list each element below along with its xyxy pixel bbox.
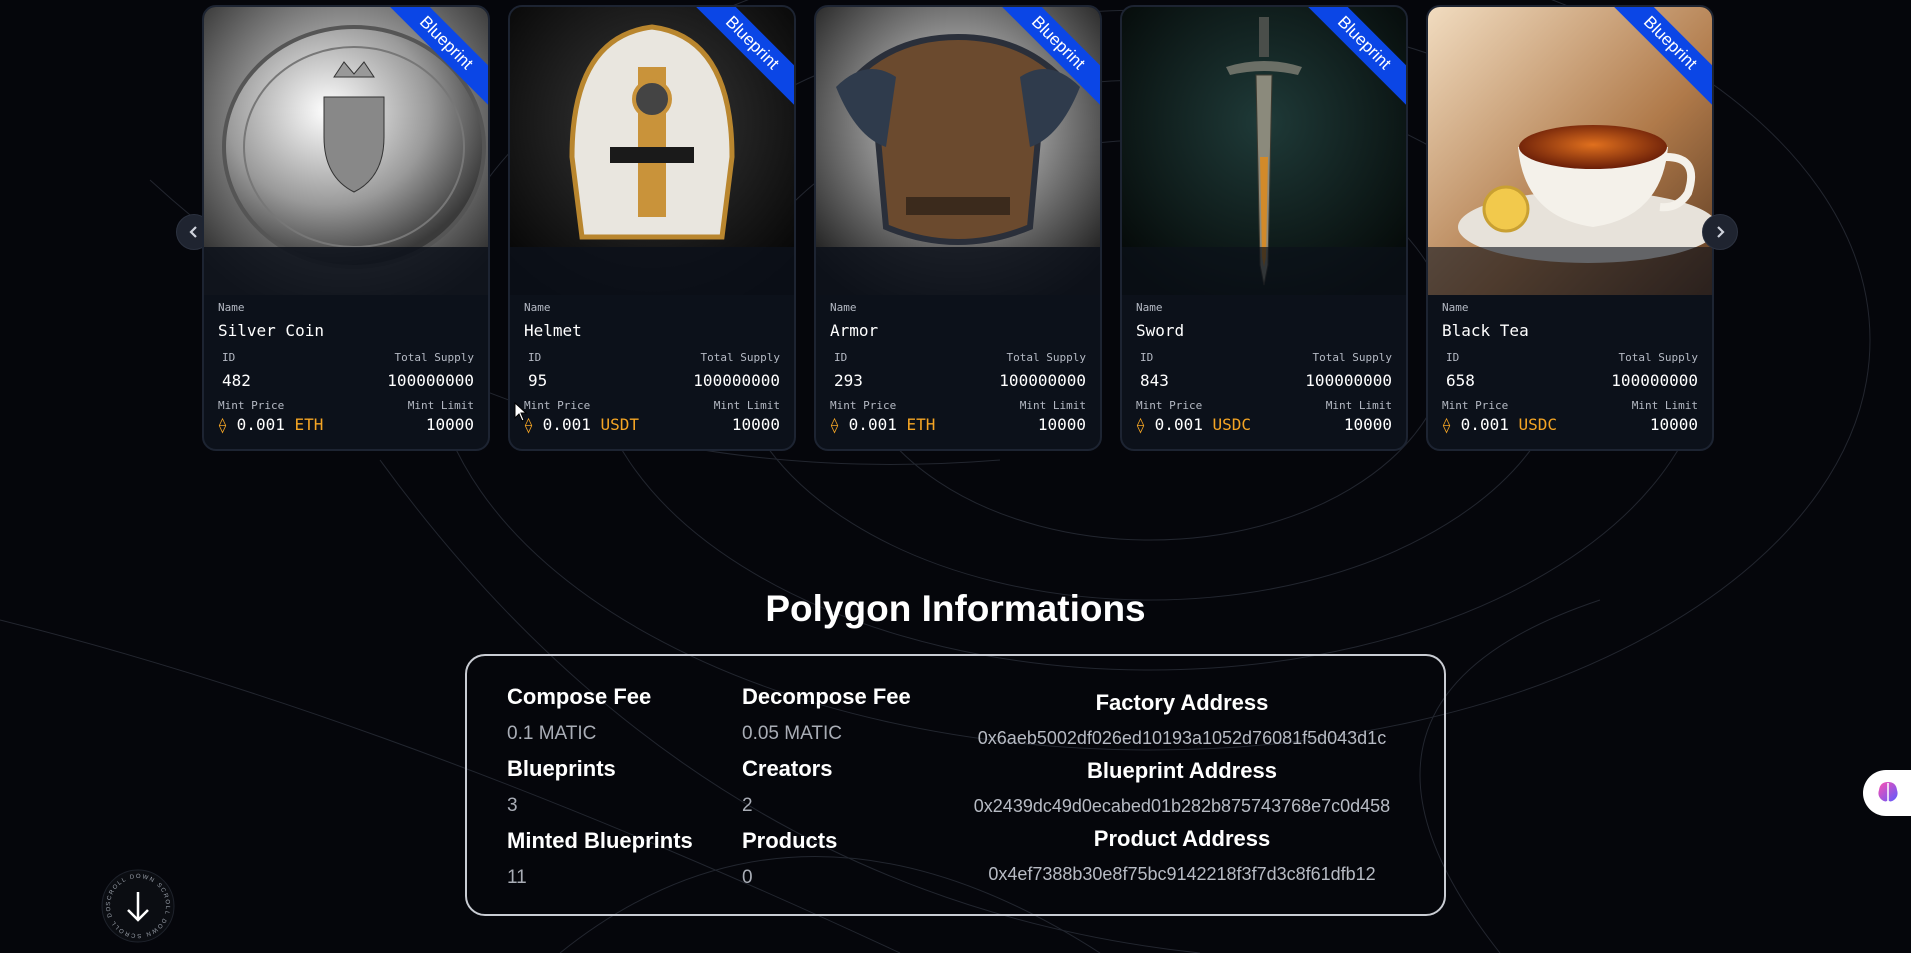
name-label: Name xyxy=(524,301,551,314)
blueprints-label: Blueprints xyxy=(507,756,616,781)
decompose-fee-label: Decompose Fee xyxy=(742,684,911,709)
creators-value: 2 xyxy=(742,795,753,816)
blueprint-carousel: Blueprint Name Silver Coin ID Total Supp… xyxy=(0,0,1911,460)
creators-label: Creators xyxy=(742,756,833,781)
card-mint-price: ⟠ 0.001 ETH xyxy=(218,415,323,434)
card-mint-price: ⟠ 0.001 USDT xyxy=(524,415,639,434)
currency: ETH xyxy=(906,415,936,434)
price-value: 0.001 xyxy=(1154,415,1203,434)
card-name: Armor xyxy=(830,321,879,340)
card-mint-limit: 10000 xyxy=(1037,415,1086,434)
price-value: 0.001 xyxy=(542,415,591,434)
mint-limit-label: Mint Limit xyxy=(713,399,780,412)
total-supply-label: Total Supply xyxy=(1312,351,1392,364)
polygon-info-panel: Compose Fee 0.1 MATIC Decompose Fee 0.05… xyxy=(465,654,1446,916)
total-supply-label: Total Supply xyxy=(1006,351,1086,364)
currency: USDT xyxy=(600,415,640,434)
card-name: Black Tea xyxy=(1442,321,1529,340)
card-name: Helmet xyxy=(524,321,582,340)
total-supply-label: Total Supply xyxy=(700,351,780,364)
card-mint-limit: 10000 xyxy=(731,415,780,434)
chevron-right-icon xyxy=(1717,226,1725,238)
card-mint-limit: 10000 xyxy=(425,415,474,434)
currency: USDC xyxy=(1518,415,1558,434)
chevron-left-icon xyxy=(189,226,197,238)
mint-limit-label: Mint Limit xyxy=(1019,399,1086,412)
card-total-supply: 100000000 xyxy=(387,371,474,390)
card-mint-limit: 10000 xyxy=(1649,415,1698,434)
price-value: 0.001 xyxy=(848,415,897,434)
ethereum-icon: ⟠ xyxy=(830,416,840,434)
card-id: 658 xyxy=(1446,371,1475,390)
brain-icon xyxy=(1878,782,1898,802)
currency: USDC xyxy=(1212,415,1252,434)
card-mint-price: ⟠ 0.001 ETH xyxy=(830,415,935,434)
mint-limit-label: Mint Limit xyxy=(1325,399,1392,412)
name-label: Name xyxy=(218,301,245,314)
card-mint-price: ⟠ 0.001 USDC xyxy=(1442,415,1557,434)
price-value: 0.001 xyxy=(236,415,285,434)
card-name: Silver Coin xyxy=(218,321,324,340)
product-address-value: 0x4ef7388b30e8f75bc9142218f3f7d3c8f61dfb… xyxy=(988,864,1376,884)
products-value: 0 xyxy=(742,867,753,888)
card-total-supply: 100000000 xyxy=(999,371,1086,390)
total-supply-label: Total Supply xyxy=(1618,351,1698,364)
factory-address-label: Factory Address xyxy=(1095,690,1269,715)
card-mint-limit: 10000 xyxy=(1343,415,1392,434)
mint-price-label: Mint Price xyxy=(524,399,591,412)
compose-fee-label: Compose Fee xyxy=(507,684,652,709)
card-total-supply: 100000000 xyxy=(693,371,780,390)
blueprint-card[interactable]: Blueprint Name Helmet ID Total Supply 95… xyxy=(508,5,796,451)
blueprints-value: 3 xyxy=(507,795,518,816)
card-id: 843 xyxy=(1140,371,1169,390)
minted-blueprints-label: Minted Blueprints xyxy=(507,828,693,853)
id-label: ID xyxy=(528,351,542,364)
card-total-supply: 100000000 xyxy=(1611,371,1698,390)
decompose-fee-value: 0.05 MATIC xyxy=(742,723,842,744)
id-label: ID xyxy=(834,351,848,364)
scroll-down-button[interactable]: SCROLL DOWN SCROLL DOWN SCROLL DOWN xyxy=(96,864,176,944)
mint-price-label: Mint Price xyxy=(218,399,285,412)
mint-price-label: Mint Price xyxy=(1442,399,1509,412)
card-name: Sword xyxy=(1136,321,1185,340)
id-label: ID xyxy=(222,351,236,364)
mint-price-label: Mint Price xyxy=(1136,399,1203,412)
card-id: 95 xyxy=(528,371,548,390)
blueprint-address-label: Blueprint Address xyxy=(1087,758,1277,783)
name-label: Name xyxy=(1442,301,1469,314)
blueprint-card[interactable]: Blueprint Name Armor ID Total Supply 293… xyxy=(814,5,1102,451)
name-label: Name xyxy=(830,301,857,314)
ethereum-icon: ⟠ xyxy=(218,416,228,434)
carousel-next-button[interactable] xyxy=(1702,214,1738,250)
minted-blueprints-value: 11 xyxy=(507,867,527,888)
name-label: Name xyxy=(1136,301,1163,314)
blueprint-card[interactable]: Blueprint Name Sword ID Total Supply 843… xyxy=(1120,5,1408,451)
card-mint-price: ⟠ 0.001 USDC xyxy=(1136,415,1251,434)
id-label: ID xyxy=(1446,351,1460,364)
factory-address-value: 0x6aeb5002df026ed10193a1052d76081f5d043d… xyxy=(977,728,1387,748)
ethereum-icon: ⟠ xyxy=(1442,416,1452,434)
polygon-informations-title: Polygon Informations xyxy=(765,588,1146,629)
price-value: 0.001 xyxy=(1460,415,1509,434)
compose-fee-value: 0.1 MATIC xyxy=(507,723,597,744)
mint-limit-label: Mint Limit xyxy=(407,399,474,412)
card-total-supply: 100000000 xyxy=(1305,371,1392,390)
brain-widget-button[interactable] xyxy=(1863,770,1911,816)
blueprint-card[interactable]: Blueprint Name Silver Coin ID Total Supp… xyxy=(202,5,490,451)
products-label: Products xyxy=(742,828,838,853)
mint-price-label: Mint Price xyxy=(830,399,897,412)
mouse-cursor-icon xyxy=(514,402,528,422)
card-id: 482 xyxy=(222,371,251,390)
blueprint-card[interactable]: Blueprint Name Black Tea ID Total Supply… xyxy=(1426,5,1714,451)
id-label: ID xyxy=(1140,351,1154,364)
total-supply-label: Total Supply xyxy=(394,351,474,364)
product-address-label: Product Address xyxy=(1093,826,1271,851)
card-id: 293 xyxy=(834,371,863,390)
mint-limit-label: Mint Limit xyxy=(1631,399,1698,412)
blueprint-address-value: 0x2439dc49d0ecabed01b282b875743768e7c0d4… xyxy=(973,796,1391,816)
currency: ETH xyxy=(294,415,324,434)
ethereum-icon: ⟠ xyxy=(1136,416,1146,434)
